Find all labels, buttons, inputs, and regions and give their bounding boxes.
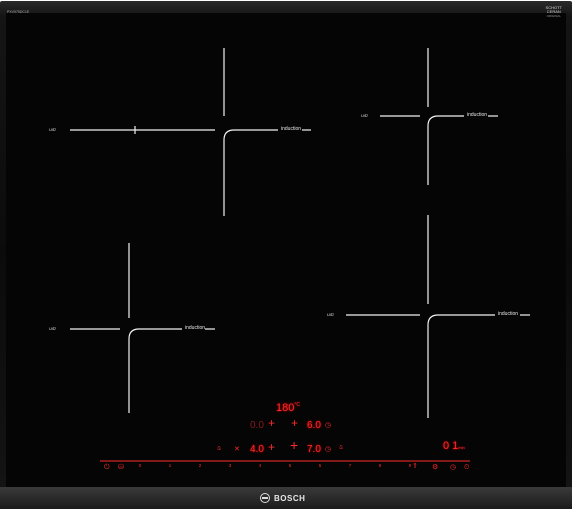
scale-tick-1[interactable]: 1 bbox=[169, 463, 172, 468]
scale-tick-2[interactable]: 2 bbox=[199, 463, 202, 468]
timer-icon[interactable]: ◷ bbox=[450, 464, 456, 472]
scale-tick-4[interactable]: 4 bbox=[259, 463, 262, 468]
scale-tick-9[interactable]: 9 bbox=[409, 463, 412, 468]
scale-tick-5[interactable]: 5 bbox=[289, 463, 292, 468]
scale-tick-3[interactable]: 3 bbox=[229, 463, 232, 468]
scale-tick-6[interactable]: 6 bbox=[319, 463, 322, 468]
scale-tick-8[interactable]: 8 bbox=[379, 463, 382, 468]
alarm-icon[interactable]: ⏲ bbox=[464, 464, 469, 472]
power-boost-icon[interactable]: ⇑ bbox=[412, 463, 418, 471]
brand-name: BOSCH bbox=[274, 493, 306, 503]
settings-icon[interactable]: ⚙ bbox=[432, 464, 438, 472]
brand-logo: BOSCH bbox=[260, 491, 305, 505]
scale-tick-0[interactable]: 0 bbox=[139, 463, 142, 468]
scale-tick-7[interactable]: 7 bbox=[349, 463, 352, 468]
bosch-armature-icon bbox=[260, 493, 270, 503]
slider-track[interactable] bbox=[0, 0, 572, 509]
